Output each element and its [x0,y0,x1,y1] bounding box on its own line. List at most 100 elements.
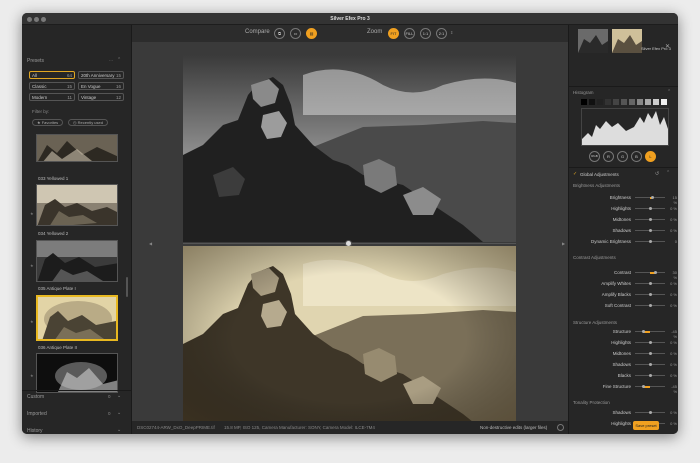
filter-modern[interactable]: Modern 11 [29,93,75,101]
preset-thumb-035[interactable] [36,240,118,282]
preset-thumb-032[interactable] [36,134,118,162]
channel-g[interactable]: G [617,151,628,162]
collapse-left-icon[interactable]: ◀ [149,241,152,246]
favorites-pill[interactable]: ★ Favorites [32,119,64,126]
filter-all[interactable]: All 64 [29,71,75,79]
filter-classic[interactable]: Classic 15 [29,82,75,90]
slider-label: Midtones [612,217,631,222]
global-check-icon[interactable]: ✓ [573,171,577,177]
zoom-label: Zoom [367,29,383,35]
slider-knob[interactable] [649,341,652,344]
slider-label: Highlights [611,421,631,426]
slider-track[interactable] [635,240,665,243]
favorite-star-icon[interactable]: ★ [30,211,34,216]
slider-track[interactable] [635,341,665,344]
slider-value: -45 % [671,384,677,394]
presets-collapse-icon[interactable]: ⌃ [117,57,121,63]
file-name: DSC02744-ARW_DxO_DeepPRIME.tif [137,425,215,430]
slider-track[interactable] [635,196,665,199]
slider-track[interactable] [635,282,665,285]
slider-track[interactable] [635,207,665,210]
compare-split-icon[interactable]: ⧉ [274,28,285,39]
slider-value: 15 % [672,195,677,205]
history-section[interactable]: History [27,428,43,434]
preset-thumb-034[interactable] [36,184,118,226]
slider-label: Contrast [613,270,631,275]
channel-b[interactable]: B [631,151,642,162]
slider-track[interactable] [635,363,665,366]
compare-stack-icon[interactable]: ▤ [306,28,317,39]
slider-label: Shadows [612,362,631,367]
slider-value: 0 % [670,281,677,286]
chevron-down-icon[interactable]: ⌄ [117,393,121,399]
favorite-star-icon[interactable]: ★ [30,263,34,268]
chevron-down-icon[interactable]: ⌄ [117,427,121,433]
slider-knob[interactable] [649,293,652,296]
slider-track[interactable] [635,271,665,274]
custom-section[interactable]: Custom [27,394,44,400]
slider-knob[interactable] [649,352,652,355]
slider-value: 30 % [672,270,677,280]
channel-r[interactable]: R [603,151,614,162]
file-info: 15.8 MP, ISO 125, Camera Manufacturer: S… [224,425,375,430]
preset-thumb-037[interactable] [36,353,118,393]
imported-section[interactable]: Imported [27,411,47,417]
histogram-title: Histogram [573,90,594,95]
favorite-star-icon[interactable]: ★ [30,373,34,378]
zoom-1-1[interactable]: 1:1 [420,28,431,39]
chevron-down-icon[interactable]: ⌄ [117,410,121,416]
preset-label-035: 035 Antique Plate I [38,286,76,291]
histogram-collapse-icon[interactable]: ⌃ [667,89,671,95]
slider-track[interactable] [635,229,665,232]
slider-knob[interactable] [649,363,652,366]
zoom-fill[interactable]: FILL [404,28,415,39]
global-collapse-icon[interactable]: ⌃ [666,170,670,176]
slider-knob[interactable] [651,196,655,199]
slider-track[interactable] [635,304,665,307]
status-bar: DSC02744-ARW_DxO_DeepPRIME.tif 15.8 MP, … [132,421,568,434]
collapse-right-icon[interactable]: ▶ [562,241,565,246]
compare-side-icon[interactable]: ▭ [290,28,301,39]
zoom-2-1[interactable]: 2:1 [436,28,447,39]
filter-vintage[interactable]: Vintage 12 [78,93,124,101]
slider-knob[interactable] [649,374,652,377]
slider-knob[interactable] [649,304,652,307]
recently-used-pill[interactable]: ◷ Recently used [68,119,108,126]
channel-rgb[interactable]: RGB [589,151,600,162]
slider-knob[interactable] [653,271,657,274]
presets-options-icon[interactable]: ⋯ [109,58,113,63]
filter-by-label: Filter by: [32,109,50,114]
presets-scrollbar[interactable] [126,277,128,297]
preset-thumb-036[interactable] [36,295,118,341]
star-icon: ★ [37,120,41,125]
slider-track[interactable] [635,374,665,377]
slider-knob[interactable] [649,240,652,243]
zoom-more-icon[interactable]: ⇕ [450,30,453,35]
save-preset-button[interactable]: Save preset [633,421,659,430]
reset-icon[interactable]: ↺ [655,171,659,177]
slider-track[interactable] [635,411,665,414]
slider-label: Fine Structure [602,384,631,389]
slider-track[interactable] [635,330,665,333]
presets-title: Presets [27,58,44,64]
slider-track[interactable] [635,352,665,355]
nondestructive-toggle[interactable] [557,424,564,431]
zoom-fit[interactable]: FIT [388,28,399,39]
close-icon[interactable]: ✕ [665,43,670,50]
slider-track[interactable] [635,385,665,388]
filter-en-vogue[interactable]: En Vogue 16 [78,82,124,90]
slider-knob[interactable] [649,229,652,232]
slider-knob[interactable] [649,411,652,414]
slider-track[interactable] [635,293,665,296]
slider-knob[interactable] [649,218,652,221]
slider-track[interactable] [635,218,665,221]
filter-20th-anniversary[interactable]: 20th Anniversary 15 [78,71,124,79]
slider-knob[interactable] [649,282,652,285]
channel-l[interactable]: L [645,151,656,162]
contrast-title: Contrast Adjustments [573,255,616,260]
slider-label: Brightness [609,195,631,200]
favorite-star-icon[interactable]: ★ [30,319,34,324]
slider-value: 0 % [670,362,677,367]
slider-value: 0 % [670,373,677,378]
slider-knob[interactable] [649,207,652,210]
